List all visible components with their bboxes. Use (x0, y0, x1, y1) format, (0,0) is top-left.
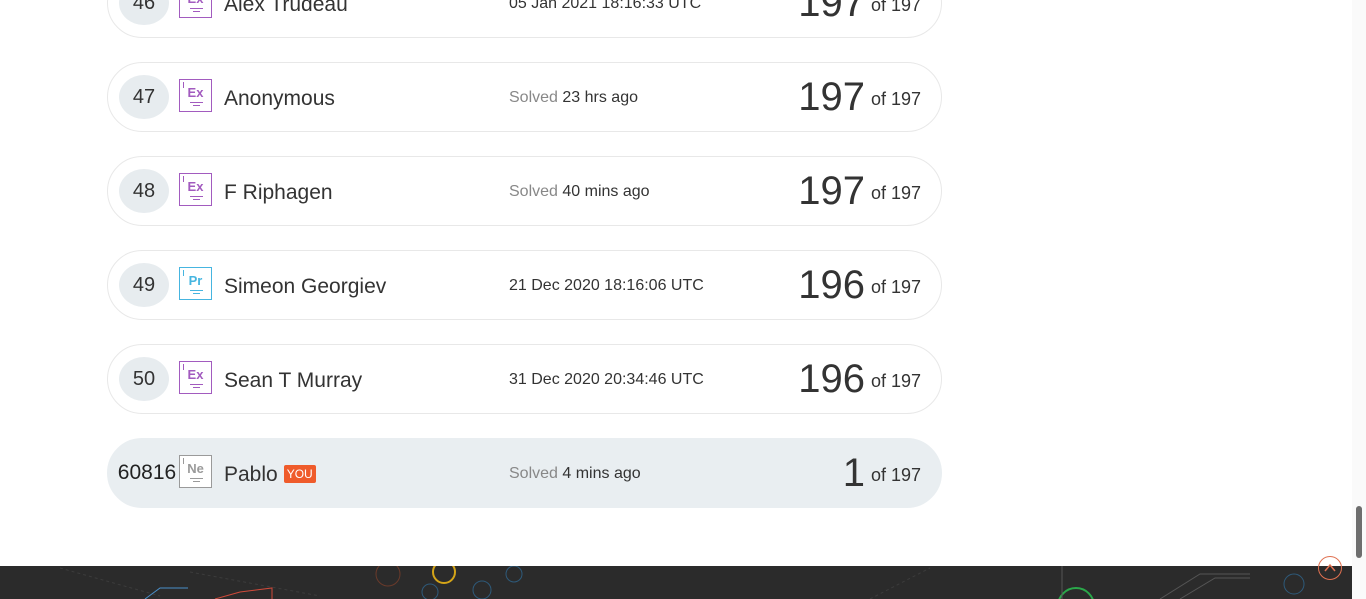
user-name[interactable]: Pablo YOU (224, 463, 316, 487)
solved-date: 21 Dec 2020 18:16:06 UTC (509, 277, 704, 294)
score-total: of 197 (870, 277, 921, 297)
vertical-scrollbar[interactable] (1352, 0, 1366, 599)
score: 1 (842, 451, 865, 495)
level-badge-icon: Ex (179, 361, 212, 394)
user-name[interactable]: Anonymous (224, 87, 335, 111)
rank-number: 49 (119, 263, 169, 307)
rank-number: 50 (119, 357, 169, 401)
level-badge-icon: Ex (179, 79, 212, 112)
level-badge-icon: Ex (179, 173, 212, 206)
solved-date: Solved 40 mins ago (509, 183, 650, 200)
user-name[interactable]: Simeon Georgiev (224, 275, 386, 299)
level-badge-icon: Pr (179, 267, 212, 300)
footer-decoration (59, 566, 1305, 599)
leaderboard-row[interactable]: 49 Pr Simeon Georgiev 21 Dec 2020 18:16:… (107, 250, 942, 320)
user-name[interactable]: F Riphagen (224, 181, 333, 205)
arrow-up-icon (1324, 563, 1336, 572)
score: 197 (798, 169, 865, 213)
score: 197 (798, 0, 865, 25)
solved-date: 05 Jan 2021 18:16:33 UTC (509, 0, 702, 12)
score: 196 (798, 357, 865, 401)
rank-number: 60816 (117, 461, 177, 484)
level-badge-icon: Ne (179, 455, 212, 488)
score: 197 (798, 75, 865, 119)
leaderboard-row[interactable]: 46 Ex Alex Trudeau 05 Jan 2021 18:16:33 … (107, 0, 942, 38)
score-total: of 197 (870, 89, 921, 109)
score-total: of 197 (870, 371, 921, 391)
score: 196 (798, 263, 865, 307)
score-total: of 197 (870, 0, 921, 15)
solved-date: Solved 4 mins ago (509, 465, 641, 482)
scroll-to-top-button[interactable] (1318, 556, 1342, 580)
solved-date: 31 Dec 2020 20:34:46 UTC (509, 371, 704, 388)
leaderboard-row[interactable]: 48 Ex F Riphagen Solved 40 mins ago 197 … (107, 156, 942, 226)
score-total: of 197 (870, 183, 921, 203)
user-name[interactable]: Alex Trudeau (224, 0, 348, 17)
rank-number: 48 (119, 169, 169, 213)
score-total: of 197 (870, 465, 921, 485)
user-name[interactable]: Sean T Murray (224, 369, 362, 393)
solved-date: Solved 23 hrs ago (509, 89, 638, 106)
you-badge: YOU (283, 465, 316, 483)
rank-number: 46 (119, 0, 169, 25)
level-badge-icon: Ex (179, 0, 212, 18)
leaderboard-row-you[interactable]: 60816 Ne Pablo YOU Solved 4 mins ago 1 of… (107, 438, 942, 508)
rank-number: 47 (119, 75, 169, 119)
leaderboard-row[interactable]: 47 Ex Anonymous Solved 23 hrs ago 197 of… (107, 62, 942, 132)
page-footer (0, 566, 1352, 599)
leaderboard-row[interactable]: 50 Ex Sean T Murray 31 Dec 2020 20:34:46… (107, 344, 942, 414)
scrollbar-thumb[interactable] (1356, 506, 1362, 558)
